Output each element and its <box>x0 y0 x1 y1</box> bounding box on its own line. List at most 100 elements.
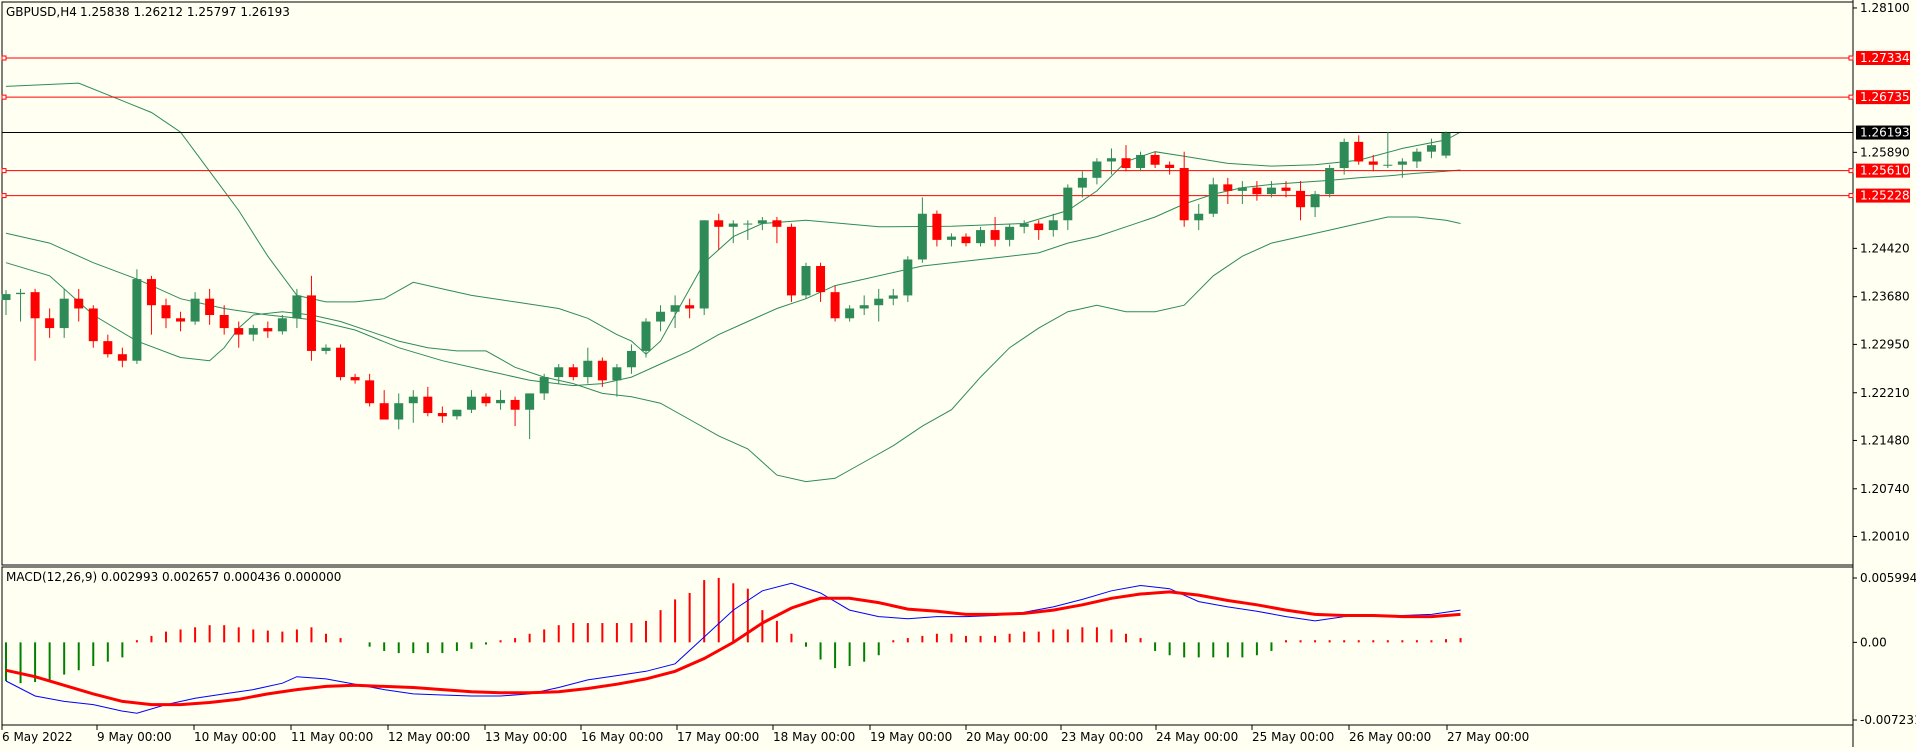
bear-candle <box>205 298 215 316</box>
symbol-label: GBPUSD,H4 <box>6 5 77 19</box>
level-handle-right-1 <box>1848 94 1854 100</box>
bear-candle <box>932 213 942 240</box>
price-tick-label: 1.22950 <box>1860 337 1910 351</box>
bear-candle <box>1121 158 1131 169</box>
macd-tick-label: -0.007231 <box>1860 713 1916 727</box>
bull-candle <box>1237 187 1247 191</box>
price-tick-label: 1.20010 <box>1860 529 1910 543</box>
bear-candle <box>437 413 447 417</box>
bull-candle <box>1 294 11 300</box>
time-tick-label: 26 May 00:00 <box>1349 730 1431 744</box>
macd-tick-label: 0.005994 <box>1860 571 1916 585</box>
bear-candle <box>350 377 360 381</box>
price-tick-label: 1.23680 <box>1860 290 1910 304</box>
bull-candle <box>1063 187 1073 221</box>
level-price-label-0: 1.27334 <box>1860 51 1910 65</box>
bear-candle <box>306 295 316 351</box>
bear-candle <box>45 318 55 329</box>
time-tick-label: 24 May 00:00 <box>1156 730 1238 744</box>
bull-candle <box>539 377 549 394</box>
bull-candle <box>946 236 956 240</box>
time-tick-label: 27 May 00:00 <box>1447 730 1529 744</box>
bull-candle <box>525 393 535 410</box>
bear-candle <box>234 328 244 335</box>
bull-candle <box>466 396 476 410</box>
price-tick-label: 1.24420 <box>1860 241 1910 255</box>
time-tick-label: 11 May 00:00 <box>291 730 373 744</box>
time-tick-label: 18 May 00:00 <box>773 730 855 744</box>
bear-candle <box>146 279 156 306</box>
bear-candle <box>219 315 229 329</box>
bull-candle <box>1441 132 1451 156</box>
bear-candle <box>336 347 346 378</box>
bear-candle <box>1223 184 1233 191</box>
level-price-label-1: 1.26735 <box>1860 90 1910 104</box>
time-tick-label: 25 May 00:00 <box>1252 730 1334 744</box>
bear-candle <box>161 305 171 319</box>
bull-candle <box>452 409 462 417</box>
bull-candle <box>277 318 287 332</box>
bear-candle <box>1150 154 1160 165</box>
level-price-label-2: 1.25610 <box>1860 164 1910 178</box>
macd-label: MACD(12,26,9) 0.002993 0.002657 0.000436… <box>6 570 341 584</box>
time-tick-label: 9 May 00:00 <box>97 730 172 744</box>
bear-candle <box>1034 223 1044 231</box>
chart-svg[interactable]: 1.27334 1.26735 1.25610 1.25228 1.26193 0.00… <box>0 0 1916 747</box>
bull-candle <box>743 223 753 225</box>
bull-candle <box>583 360 593 378</box>
bull-candle <box>699 220 709 309</box>
bull-candle <box>132 279 142 361</box>
bear-candle <box>1281 187 1291 191</box>
bear-candle <box>1165 164 1175 169</box>
bull-candle <box>1310 194 1320 208</box>
bull-candle <box>59 298 69 329</box>
bull-candle <box>626 350 636 368</box>
bear-candle <box>830 292 840 319</box>
bull-candle <box>1019 223 1029 227</box>
bear-candle <box>117 354 127 361</box>
bear-candle <box>1354 141 1364 162</box>
bull-candle <box>1077 177 1087 188</box>
time-tick-label: 6 May 2022 <box>2 730 73 744</box>
bull-candle <box>888 295 898 299</box>
bull-candle <box>408 396 418 404</box>
bull-candle <box>292 295 302 319</box>
bear-candle <box>176 318 186 322</box>
bear-candle <box>423 396 433 414</box>
bull-candle <box>394 403 404 420</box>
bull-candle <box>1426 145 1436 152</box>
bull-candle <box>1005 226 1015 240</box>
bull-candle <box>728 223 738 227</box>
trading-chart[interactable]: 1.27334 1.26735 1.25610 1.25228 1.26193 0.00… <box>0 0 1916 747</box>
price-tick-label: 1.28100 <box>1860 1 1910 15</box>
bull-candle <box>641 321 651 351</box>
bull-candle <box>248 328 258 335</box>
time-tick-label: 16 May 00:00 <box>581 730 663 744</box>
bull-candle <box>1266 187 1276 195</box>
bear-candle <box>379 403 389 420</box>
bull-candle <box>1325 168 1335 195</box>
bull-candle <box>1397 161 1407 165</box>
bull-candle <box>1048 220 1058 231</box>
bear-candle <box>510 399 520 410</box>
bull-candle <box>845 308 855 319</box>
bull-candle <box>801 266 811 296</box>
price-tick-label: 1.22210 <box>1860 386 1910 400</box>
time-tick-label: 10 May 00:00 <box>194 730 276 744</box>
bull-candle <box>859 305 869 309</box>
bear-candle <box>597 360 607 381</box>
level-handle-right-2 <box>1848 168 1854 174</box>
bull-candle <box>1136 154 1146 169</box>
bull-candle <box>16 292 26 295</box>
time-tick-label: 19 May 00:00 <box>870 730 952 744</box>
bear-candle <box>30 292 40 319</box>
bear-candle <box>88 308 98 342</box>
level-handle-left-0 <box>1 55 7 61</box>
time-tick-label: 17 May 00:00 <box>677 730 759 744</box>
time-tick-label: 20 May 00:00 <box>966 730 1048 744</box>
bear-candle <box>990 230 1000 240</box>
level-price-label-3: 1.25228 <box>1860 189 1910 203</box>
bear-candle <box>103 341 113 355</box>
bear-candle <box>74 298 84 309</box>
bull-candle <box>1383 164 1393 166</box>
